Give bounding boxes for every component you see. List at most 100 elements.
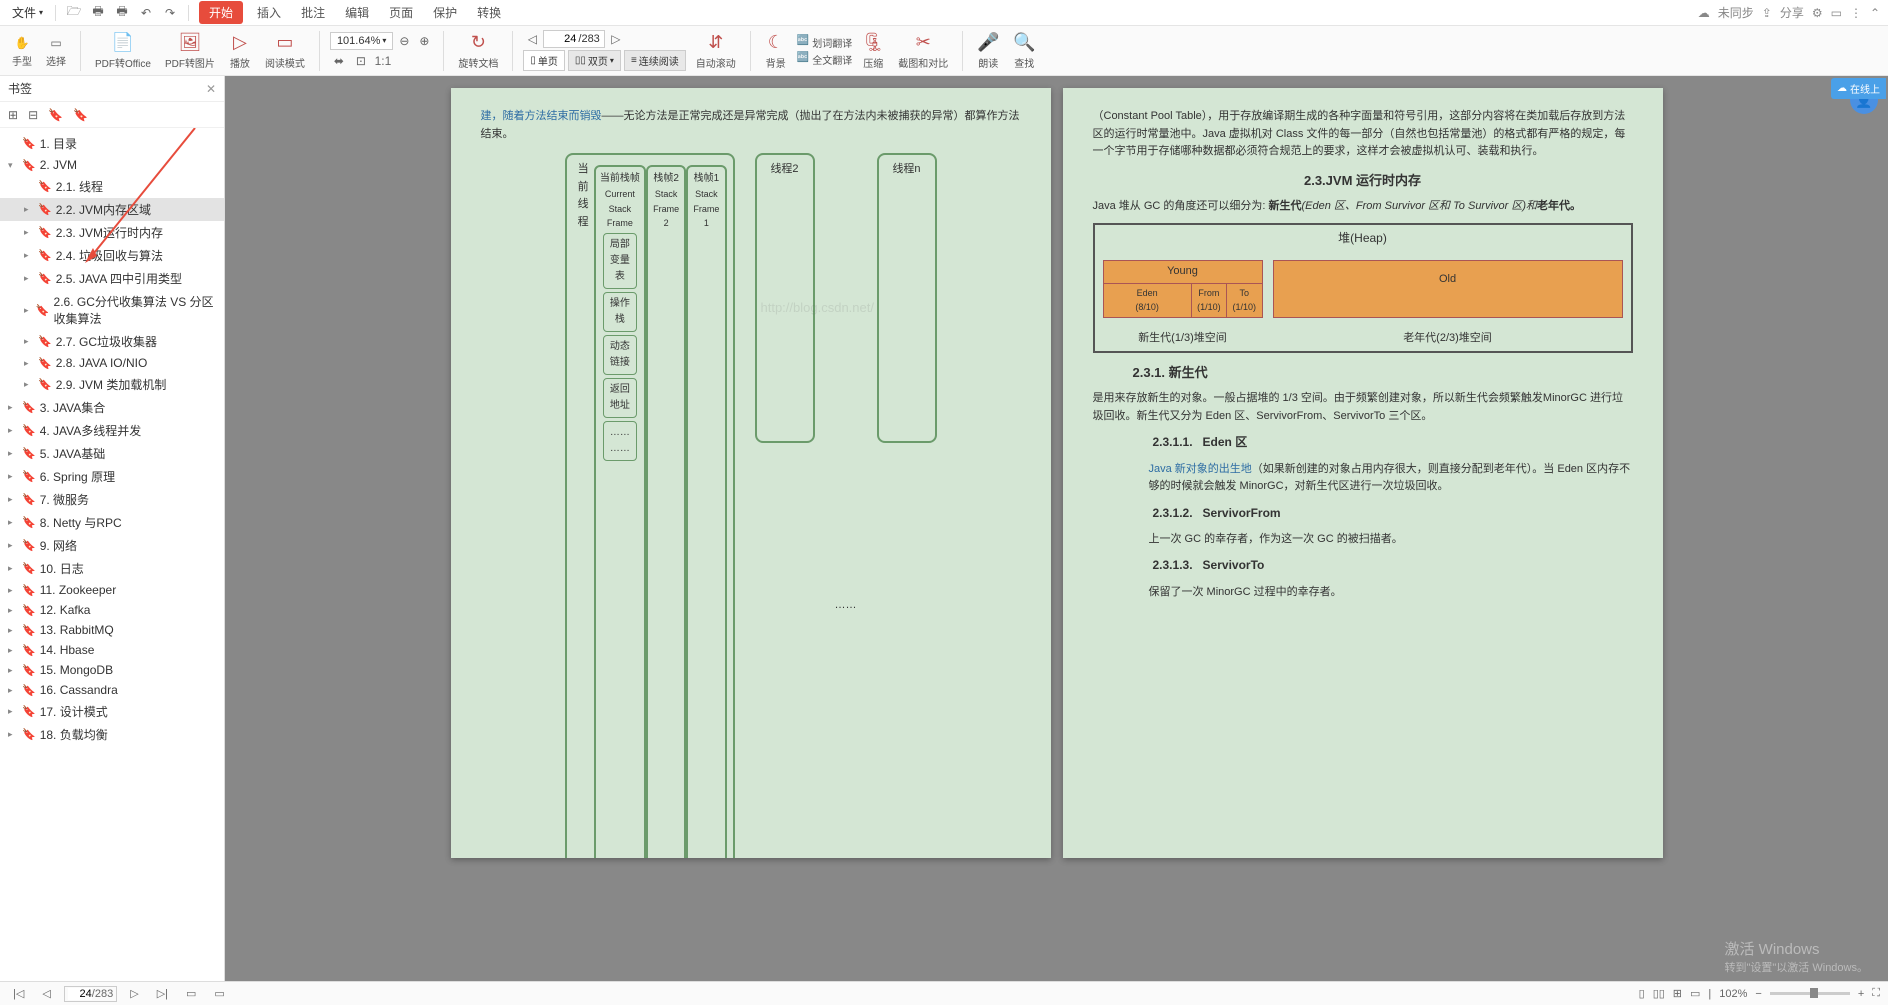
crop-compare[interactable]: ✂截图和对比: [894, 32, 952, 70]
next-page-icon[interactable]: ▷: [607, 30, 625, 48]
rotate-button[interactable]: ↻旋转文档: [454, 32, 502, 70]
speak-button[interactable]: 🎤朗读: [973, 32, 1003, 70]
tab-start[interactable]: 开始: [199, 1, 243, 24]
bookmark-item[interactable]: ▸🔖2.4. 垃圾回收与算法: [0, 244, 224, 267]
bookmark-item[interactable]: ▸🔖17. 设计模式: [0, 700, 224, 723]
layout-3-icon[interactable]: ⊞: [1673, 987, 1682, 1000]
share-icon[interactable]: ⇪: [1762, 6, 1772, 20]
read-mode[interactable]: ▭阅读模式: [261, 32, 309, 70]
bookmark-icon[interactable]: 🔖: [48, 108, 63, 122]
tab-page[interactable]: 页面: [381, 1, 421, 24]
single-page-view[interactable]: ▯单页: [523, 50, 565, 71]
bookmark-item[interactable]: ▸🔖2.8. JAVA IO/NIO: [0, 353, 224, 373]
zoom-slider[interactable]: [1770, 992, 1850, 995]
cloud-sync-icon[interactable]: ☁: [1698, 6, 1710, 20]
more-icon[interactable]: ⋮: [1850, 6, 1862, 20]
cloud-badge[interactable]: ☁在线上: [1831, 78, 1886, 99]
pdf-to-image[interactable]: 🖼PDF转图片: [161, 32, 219, 70]
background-button[interactable]: ☾背景: [761, 32, 791, 70]
window-icon[interactable]: ▭: [1831, 6, 1842, 20]
zoom-in-icon[interactable]: ⊕: [415, 32, 433, 50]
bookmark-item[interactable]: ▸🔖13. RabbitMQ: [0, 620, 224, 640]
bookmark-item[interactable]: ▸🔖6. Spring 原理: [0, 465, 224, 488]
bookmark-item[interactable]: ▸🔖10. 日志: [0, 557, 224, 580]
bookmark-item[interactable]: 🔖1. 目录: [0, 132, 224, 155]
bookmark-item[interactable]: ▾🔖2. JVM: [0, 155, 224, 175]
bookmark-item[interactable]: ▸🔖15. MongoDB: [0, 660, 224, 680]
expand-all-icon[interactable]: ⊞: [8, 108, 18, 122]
print-icon[interactable]: 🖶: [112, 3, 132, 23]
pdf-to-office[interactable]: 📄PDF转Office: [91, 32, 155, 70]
document-viewport[interactable]: 👤 建，随着方法结束而销毁——无论方法是正常完成还是异常完成（抛出了在方法内未被…: [225, 76, 1888, 981]
bookmark-add-icon[interactable]: 🔖: [73, 108, 88, 122]
select-tool[interactable]: ▭选择: [42, 34, 70, 68]
continuous-read-view[interactable]: ≡连续阅读: [624, 50, 686, 71]
tab-convert[interactable]: 转换: [469, 1, 509, 24]
zoom-minus-icon[interactable]: −: [1755, 988, 1761, 1000]
zoom-input[interactable]: 101.64%▾: [330, 32, 393, 50]
bookmark-item[interactable]: ▸🔖18. 负载均衡: [0, 723, 224, 746]
bookmark-item[interactable]: ▸🔖2.2. JVM内存区域: [0, 198, 224, 221]
page-input-status[interactable]: /283: [64, 986, 117, 1002]
prev-page-icon[interactable]: ◁: [523, 30, 541, 48]
play-button[interactable]: ▷播放: [225, 32, 255, 70]
page-number-input[interactable]: /283: [543, 30, 604, 48]
close-icon[interactable]: ✕: [206, 82, 216, 96]
redo-icon[interactable]: ↷: [160, 3, 180, 23]
view-toggle-1-icon[interactable]: ▭: [181, 985, 201, 1002]
bookmark-item[interactable]: ▸🔖5. JAVA基础: [0, 442, 224, 465]
bookmark-item[interactable]: ▸🔖2.3. JVM运行时内存: [0, 221, 224, 244]
save-icon[interactable]: 🖶: [88, 3, 108, 23]
tab-protect[interactable]: 保护: [425, 1, 465, 24]
double-page-view[interactable]: ▯▯双页▾: [568, 50, 621, 71]
bookmark-item[interactable]: ▸🔖12. Kafka: [0, 600, 224, 620]
next-page-status-icon[interactable]: ▷: [125, 985, 143, 1002]
collapse-all-icon[interactable]: ⊟: [28, 108, 38, 122]
compress-button[interactable]: 🗜压缩: [858, 32, 888, 70]
file-menu[interactable]: 文件 ▾: [8, 2, 47, 23]
layout-2-icon[interactable]: ▯▯: [1653, 987, 1665, 1000]
fit-width-icon[interactable]: ⬌: [330, 52, 348, 70]
actual-size-icon[interactable]: 1:1: [374, 52, 392, 70]
bookmark-item[interactable]: ▸🔖2.7. GC垃圾收集器: [0, 330, 224, 353]
auto-scroll[interactable]: ⇵自动滚动: [692, 32, 740, 70]
bookmark-item[interactable]: ▸🔖11. Zookeeper: [0, 580, 224, 600]
zoom-plus-icon[interactable]: +: [1858, 988, 1864, 1000]
tab-review[interactable]: 批注: [293, 1, 333, 24]
bookmark-item[interactable]: ▸🔖3. JAVA集合: [0, 396, 224, 419]
tab-edit[interactable]: 编辑: [337, 1, 377, 24]
find-button[interactable]: 🔍查找: [1009, 32, 1039, 70]
zoom-status[interactable]: 102%: [1719, 988, 1747, 1000]
bookmark-item[interactable]: ▸🔖7. 微服务: [0, 488, 224, 511]
bookmark-item[interactable]: ▸🔖2.5. JAVA 四中引用类型: [0, 267, 224, 290]
hand-tool[interactable]: ✋手型: [8, 34, 36, 68]
word-translate[interactable]: 🔤划词翻译: [797, 35, 852, 50]
bookmark-item[interactable]: ▸🔖4. JAVA多线程并发: [0, 419, 224, 442]
bookmark-item[interactable]: ▸🔖8. Netty 与RPC: [0, 511, 224, 534]
last-page-icon[interactable]: ▷|: [152, 985, 173, 1002]
fullscreen-icon[interactable]: ⛶: [1872, 987, 1880, 1000]
bookmark-item[interactable]: ▸🔖9. 网络: [0, 534, 224, 557]
bookmark-item[interactable]: ▸🔖2.9. JVM 类加载机制: [0, 373, 224, 396]
fit-page-icon[interactable]: ⊡: [352, 52, 370, 70]
gear-icon[interactable]: ⚙: [1812, 6, 1823, 20]
open-icon[interactable]: 🗁: [64, 3, 84, 23]
bookmark-item[interactable]: ▸🔖14. Hbase: [0, 640, 224, 660]
stack-diagram: 当前线程 当前栈帧 Current Stack Frame 局部变量表 操作栈 …: [481, 153, 1021, 858]
collapse-icon[interactable]: ⌃: [1870, 6, 1880, 20]
bookmark-item[interactable]: ▸🔖2.6. GC分代收集算法 VS 分区收集算法: [0, 290, 224, 330]
tab-insert[interactable]: 插入: [249, 1, 289, 24]
view-toggle-2-icon[interactable]: ▭: [209, 985, 229, 1002]
full-translate[interactable]: 🔤全文翻译: [797, 52, 852, 67]
undo-icon[interactable]: ↶: [136, 3, 156, 23]
ribbon: ✋手型 ▭选择 📄PDF转Office 🖼PDF转图片 ▷播放 ▭阅读模式 10…: [0, 26, 1888, 76]
bookmark-item[interactable]: 🔖2.1. 线程: [0, 175, 224, 198]
zoom-out-icon[interactable]: ⊖: [395, 32, 413, 50]
prev-page-status-icon[interactable]: ◁: [37, 985, 55, 1002]
layout-1-icon[interactable]: ▯: [1639, 987, 1645, 1000]
first-page-icon[interactable]: |◁: [8, 985, 29, 1002]
layout-4-icon[interactable]: ▭: [1690, 987, 1700, 1000]
unsync-label: 未同步: [1718, 4, 1754, 21]
bookmark-item[interactable]: ▸🔖16. Cassandra: [0, 680, 224, 700]
heading-2311: 2.3.1.1. Eden 区: [1153, 433, 1633, 452]
